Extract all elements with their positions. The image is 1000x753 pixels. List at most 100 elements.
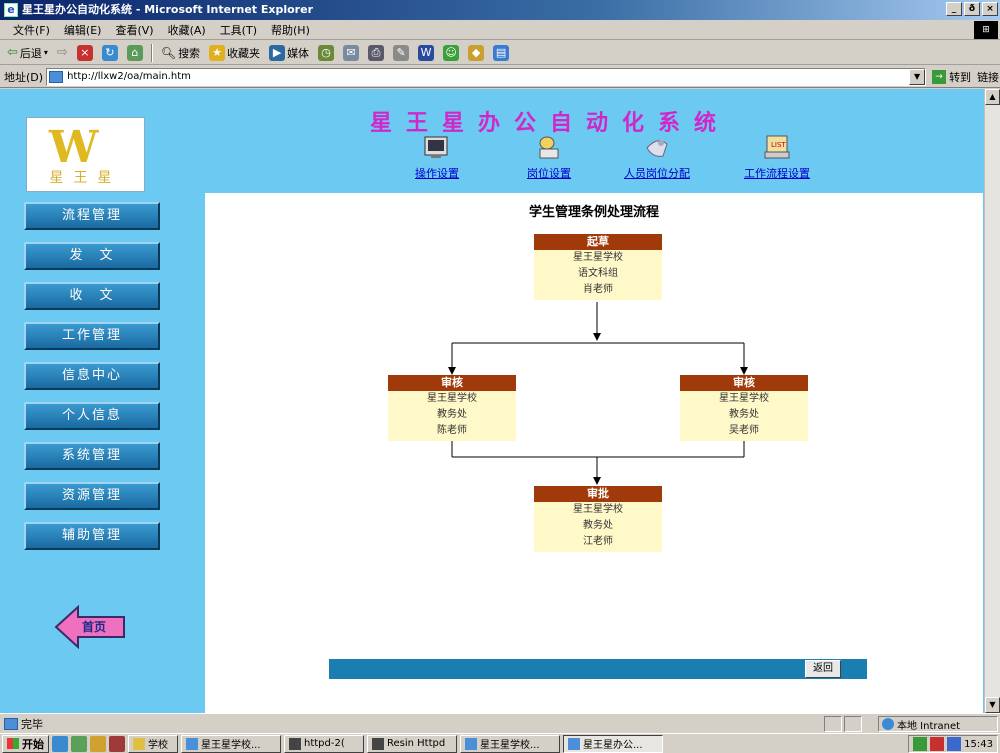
network-icon[interactable] [913, 737, 928, 751]
node-line: 教务处 [729, 409, 759, 420]
taskbar-item[interactable]: httpd-2( [284, 734, 364, 753]
history-button[interactable]: ◷ [315, 43, 337, 63]
media-label: 媒体 [287, 46, 310, 60]
menu-tools[interactable]: 工具(T) [213, 22, 264, 38]
nav-staff-assignment[interactable]: 人员岗位分配 [602, 133, 712, 181]
node-header: 审核 [388, 375, 516, 391]
ie-quicklaunch-icon[interactable] [52, 735, 68, 752]
workflow-icon: LIST [760, 133, 794, 161]
sidebar-item-receive-doc[interactable]: 收 文 [24, 282, 160, 310]
menu-favorites[interactable]: 收藏(A) [161, 22, 213, 38]
close-button[interactable]: × [982, 2, 998, 16]
nav-label: 工作流程设置 [744, 167, 810, 180]
vertical-scrollbar[interactable]: ▲ ▼ [984, 89, 1000, 713]
window-title: 星王星办公自动化系统 - Microsoft Internet Explorer [22, 3, 313, 16]
taskbar-item[interactable]: Resin Httpd [367, 734, 457, 753]
status-bar: 完毕 本地 Intranet [0, 713, 1000, 733]
sidebar-item-personal[interactable]: 个人信息 [24, 402, 160, 430]
tool-button-1[interactable]: ◆ [465, 43, 487, 63]
mail-button[interactable]: ✉ [340, 43, 362, 63]
address-url: http://llxw2/oa/main.htm [67, 71, 191, 82]
taskbar: 开始 学校 星王星学校... httpd-2( Resin Httpd 星王星学… [0, 733, 1000, 753]
stop-button[interactable]: × [74, 43, 96, 63]
flow-node-review-right: 审核 星王星学校 教务处 吴老师 [680, 375, 808, 441]
start-label: 开始 [22, 737, 44, 751]
taskbar-item[interactable]: 学校 [128, 734, 178, 753]
messenger-icon: ☺ [443, 44, 460, 61]
toolbar: ⇦ 后退 ▾ ⇨ × ↻ ⌂ 🔍︎ 搜索 ★ 收藏夹 ▶ 媒体 ◷ ✉ ⎙ ✎ … [0, 41, 1000, 65]
favorites-button[interactable]: ★ 收藏夹 [206, 43, 263, 63]
company-logo: W 星王星 [26, 117, 145, 192]
nav-label: 操作设置 [415, 167, 459, 180]
volume-icon[interactable] [947, 737, 962, 751]
task-label: 星王星学校... [480, 740, 540, 751]
console-icon [372, 737, 384, 750]
nav-workflow-settings[interactable]: LIST 工作流程设置 [722, 133, 832, 181]
messenger-button[interactable]: ☺ [440, 43, 462, 63]
address-input[interactable]: http://llxw2/oa/main.htm ▼ [46, 67, 927, 86]
task-label: 星王星学校... [201, 740, 261, 751]
favorites-icon: ★ [209, 44, 226, 61]
back-button[interactable]: ⇦ 后退 ▾ [4, 43, 51, 63]
sidebar-item-send-doc[interactable]: 发 文 [24, 242, 160, 270]
print-icon: ⎙ [368, 44, 385, 61]
folder-icon [133, 737, 145, 750]
sidebar-item-process[interactable]: 流程管理 [24, 202, 160, 230]
edit-button[interactable]: ✎ [390, 43, 412, 63]
menu-view[interactable]: 查看(V) [108, 22, 160, 38]
search-button[interactable]: 🔍︎ 搜索 [158, 43, 203, 63]
scroll-up-icon[interactable]: ▲ [985, 89, 1000, 105]
media-button[interactable]: ▶ 媒体 [266, 43, 312, 63]
home-button[interactable]: ⌂ [124, 43, 146, 63]
antivirus-icon[interactable] [930, 737, 945, 751]
sidebar-item-resources[interactable]: 资源管理 [24, 482, 160, 510]
menu-bar: 文件(F) 编辑(E) 查看(V) 收藏(A) 工具(T) 帮助(H) ⊞ [0, 20, 1000, 40]
node-line: 江老师 [583, 536, 613, 547]
sidebar-item-info-center[interactable]: 信息中心 [24, 362, 160, 390]
node-line: 语文科组 [578, 268, 618, 279]
address-dropdown-icon[interactable]: ▼ [909, 68, 926, 85]
links-button[interactable]: 链接 [977, 69, 999, 85]
mail-icon: ✉ [343, 44, 360, 61]
menu-file[interactable]: 文件(F) [6, 22, 57, 38]
tool-button-2[interactable]: ▤ [490, 43, 512, 63]
print-button[interactable]: ⎙ [365, 43, 387, 63]
edit-icon: ✎ [393, 44, 410, 61]
node-line: 星王星学校 [573, 252, 623, 263]
scroll-down-icon[interactable]: ▼ [985, 697, 1000, 713]
refresh-button[interactable]: ↻ [99, 43, 121, 63]
maximize-button[interactable]: ð [964, 2, 980, 16]
node-line: 肖老师 [583, 284, 613, 295]
forward-button[interactable]: ⇨ [54, 43, 71, 63]
arrow-head-icon [593, 333, 601, 341]
back-return-button[interactable]: 返回 [805, 660, 841, 678]
refresh-icon: ↻ [101, 44, 118, 61]
folder-quicklaunch-icon[interactable] [90, 735, 106, 752]
sidebar-item-system[interactable]: 系统管理 [24, 442, 160, 470]
minimize-button[interactable]: _ [946, 2, 962, 16]
chevron-down-icon: ▾ [43, 48, 48, 57]
title-bar: e 星王星办公自动化系统 - Microsoft Internet Explor… [0, 0, 1000, 20]
nav-operation-settings[interactable]: 操作设置 [382, 133, 492, 181]
taskbar-item-active[interactable]: 星王星办公... [563, 734, 663, 753]
sidebar-item-auxiliary[interactable]: 辅助管理 [24, 522, 160, 550]
intranet-globe-icon [882, 718, 894, 730]
taskbar-item[interactable]: 星王星学校... [460, 734, 560, 753]
go-arrow-icon: → [932, 69, 947, 84]
security-zone: 本地 Intranet [878, 716, 998, 732]
start-button[interactable]: 开始 [2, 734, 49, 753]
desktop-quicklaunch-icon[interactable] [71, 735, 87, 752]
search-icon: 🔍︎ [160, 45, 177, 60]
nav-position-settings[interactable]: 岗位设置 [494, 133, 604, 181]
sidebar-item-work[interactable]: 工作管理 [24, 322, 160, 350]
menu-edit[interactable]: 编辑(E) [57, 22, 109, 38]
word-button[interactable]: W [415, 43, 437, 63]
main-content: 学生管理条例处理流程 起草 星王星学校 语文科组 肖老师 审核 星王星学校 教务… [205, 193, 983, 713]
toolbar-separator [150, 43, 153, 62]
home-page-button[interactable]: 首页 [54, 603, 130, 651]
go-button[interactable]: → 转到 [932, 69, 971, 85]
media-quicklaunch-icon[interactable] [109, 735, 125, 752]
go-label: 转到 [949, 70, 972, 84]
menu-help[interactable]: 帮助(H) [264, 22, 317, 38]
taskbar-item[interactable]: 星王星学校... [181, 734, 281, 753]
